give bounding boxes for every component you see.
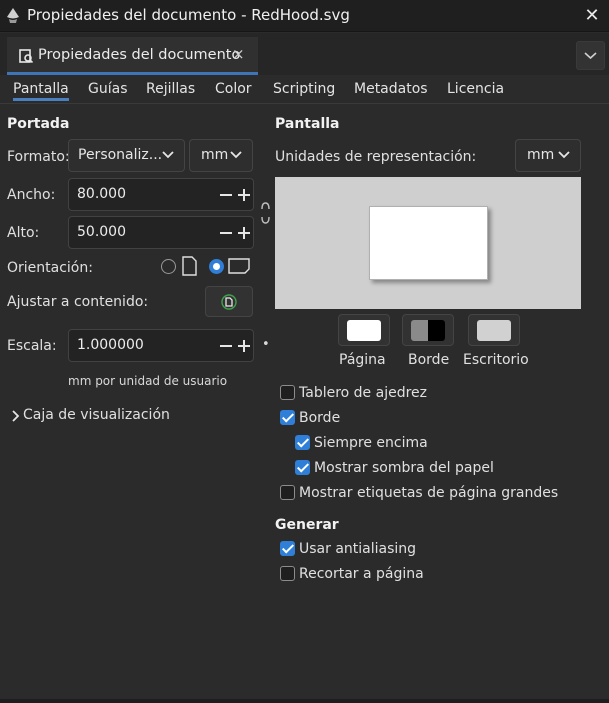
- tab-licencia[interactable]: Licencia: [447, 81, 504, 97]
- dock-tabbar: Propiedades del documento ×: [0, 33, 609, 75]
- tab-guias[interactable]: Guías: [88, 81, 127, 97]
- border-color-button[interactable]: [402, 314, 454, 346]
- height-stepper[interactable]: 50.000: [68, 216, 254, 249]
- scale-unit-note: mm por unidad de usuario: [68, 374, 228, 388]
- settings-tabs: Pantalla Guías Rejillas Color Scripting …: [0, 78, 609, 104]
- border-color-swatch: [411, 320, 445, 341]
- height-decrement-button[interactable]: [220, 232, 232, 234]
- format-label: Formato:: [7, 149, 70, 165]
- pantalla-section-title: Pantalla: [275, 116, 340, 132]
- checkerboard-label: Tablero de ajedrez: [299, 385, 427, 401]
- width-value: 80.000: [77, 186, 126, 202]
- chevron-right-icon: [12, 410, 20, 422]
- border-color-label: Borde: [408, 352, 450, 368]
- tab-rejillas[interactable]: Rejillas: [146, 81, 195, 97]
- desk-color-label: Escritorio: [463, 352, 529, 368]
- preview-page: [369, 206, 488, 280]
- height-label: Alto:: [7, 225, 40, 241]
- width-label: Ancho:: [7, 187, 56, 203]
- antialiasing-checkbox[interactable]: [280, 541, 295, 556]
- display-units-label: Unidades de representación:: [275, 149, 477, 165]
- large-page-labels-label: Mostrar etiquetas de página grandes: [299, 485, 559, 501]
- plus-icon: [243, 189, 245, 201]
- dock-tab-label: Propiedades del documento: [38, 47, 241, 63]
- plus-icon: [243, 340, 245, 352]
- resize-page-icon: [221, 294, 237, 310]
- viewbox-expander[interactable]: Caja de visualización: [12, 407, 212, 427]
- border-on-top-label: Siempre encima: [314, 435, 428, 451]
- chevron-down-icon: [230, 151, 242, 159]
- width-stepper[interactable]: 80.000: [68, 178, 254, 211]
- tab-color[interactable]: Color: [215, 81, 252, 97]
- window-title: Propiedades del documento - RedHood.svg: [27, 6, 350, 24]
- page-color-button[interactable]: [338, 314, 390, 346]
- window-titlebar: Propiedades del documento - RedHood.svg …: [0, 0, 609, 32]
- fit-to-content-label: Ajustar a contenido:: [7, 294, 149, 310]
- clip-to-page-checkbox[interactable]: [280, 566, 295, 581]
- orientation-landscape-radio[interactable]: [209, 259, 224, 274]
- format-unit-value: mm: [201, 147, 229, 163]
- page-preview: [275, 177, 581, 309]
- dock-menu-button[interactable]: [576, 41, 605, 70]
- document-properties-icon: [19, 49, 33, 63]
- desk-color-button[interactable]: [468, 314, 520, 346]
- dock-tab-document-properties[interactable]: Propiedades del documento ×: [7, 37, 258, 75]
- portada-section-title: Portada: [7, 116, 70, 132]
- checkerboard-checkbox[interactable]: [280, 385, 295, 400]
- orientation-portrait-radio[interactable]: [161, 259, 176, 274]
- page-shadow-checkbox[interactable]: [295, 460, 310, 475]
- viewbox-label: Caja de visualización: [23, 407, 170, 423]
- format-dropdown[interactable]: Personaliz...: [68, 139, 185, 172]
- format-dropdown-value: Personaliz...: [78, 147, 163, 163]
- chevron-down-icon: [584, 52, 597, 60]
- chevron-down-icon: [162, 151, 174, 159]
- clip-to-page-label: Recortar a página: [299, 566, 424, 582]
- dock-tab-close-button[interactable]: ×: [232, 45, 245, 63]
- scale-modified-indicator: •: [262, 337, 270, 352]
- fit-to-content-button[interactable]: [205, 286, 253, 317]
- tab-pantalla[interactable]: Pantalla: [13, 81, 69, 101]
- border-label: Borde: [299, 410, 341, 426]
- scale-stepper[interactable]: 1.000000: [68, 329, 254, 362]
- height-value: 50.000: [77, 224, 126, 240]
- large-page-labels-checkbox[interactable]: [280, 485, 295, 500]
- generar-section-title: Generar: [275, 517, 339, 533]
- format-unit-dropdown[interactable]: mm: [189, 139, 253, 172]
- window-bottom-edge: [0, 699, 609, 703]
- scale-label: Escala:: [7, 338, 57, 354]
- tab-metadatos[interactable]: Metadatos: [354, 81, 428, 97]
- window-close-button[interactable]: ✕: [582, 6, 602, 26]
- page-color-swatch: [347, 320, 381, 341]
- lock-aspect-chain-icon[interactable]: [259, 200, 272, 226]
- page-shadow-label: Mostrar sombra del papel: [314, 460, 494, 476]
- orientation-label: Orientación:: [7, 260, 93, 276]
- border-on-top-checkbox[interactable]: [295, 435, 310, 450]
- inkscape-logo-icon: [7, 8, 19, 23]
- chevron-down-icon: [558, 151, 570, 159]
- border-checkbox[interactable]: [280, 410, 295, 425]
- scale-decrement-button[interactable]: [220, 345, 232, 347]
- plus-icon: [243, 227, 245, 239]
- scale-value: 1.000000: [77, 337, 144, 353]
- display-units-dropdown[interactable]: mm: [515, 139, 581, 172]
- portrait-page-icon: [182, 256, 197, 276]
- desk-color-swatch: [477, 320, 511, 341]
- antialiasing-label: Usar antialiasing: [299, 541, 417, 557]
- page-color-label: Página: [339, 352, 386, 368]
- landscape-page-icon: [228, 258, 250, 274]
- width-decrement-button[interactable]: [220, 194, 232, 196]
- display-units-value: mm: [527, 147, 555, 163]
- tab-scripting[interactable]: Scripting: [273, 81, 335, 97]
